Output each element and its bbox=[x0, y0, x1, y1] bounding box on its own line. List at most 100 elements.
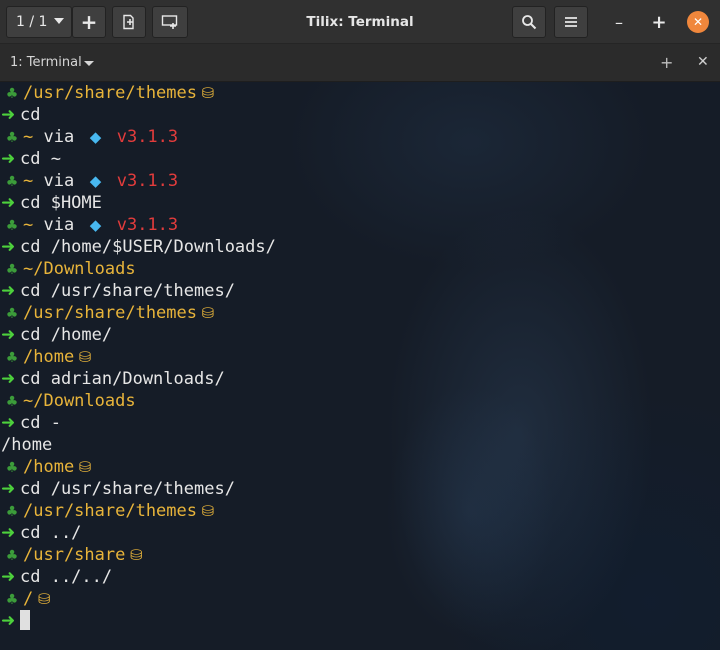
close-terminal-button[interactable]: ✕ bbox=[697, 44, 709, 81]
session-switcher-button[interactable]: 1 / 1 bbox=[6, 6, 72, 38]
tree-icon: ♣ bbox=[5, 86, 19, 102]
terminal-output: ♣/usr/share/themes ⛁ ➜ cd ♣ ~ via ◆ v3.1.3 ➜ cd… bbox=[1, 82, 276, 632]
terminal-line-cmd: ➜ cd /home/ bbox=[1, 324, 276, 346]
terminal-line-prompt: ♣/usr/share ⛁ bbox=[1, 544, 276, 566]
prompt-path: ~ bbox=[23, 127, 34, 147]
terminal-line-cmd: ➜ cd bbox=[1, 104, 276, 126]
terminal-line-output: /home bbox=[1, 434, 276, 456]
prompt-arrow-icon: ➜ bbox=[1, 149, 16, 169]
terminal-line-prompt: ♣ ~ via ◆ v3.1.3 bbox=[1, 170, 276, 192]
search-icon bbox=[522, 15, 537, 30]
close-window-button[interactable]: ✕ bbox=[687, 11, 709, 33]
close-icon: ✕ bbox=[692, 15, 704, 29]
tree-icon: ♣ bbox=[5, 130, 19, 146]
ruby-version: v3.1.3 bbox=[116, 215, 179, 235]
prompt-arrow-icon: ➜ bbox=[1, 193, 16, 213]
prompt-arrow-icon: ➜ bbox=[1, 369, 16, 389]
add-terminal-right-button[interactable] bbox=[112, 6, 146, 38]
command-text: cd - bbox=[20, 413, 61, 433]
chevron-down-icon bbox=[54, 18, 64, 24]
lock-icon: ⛁ bbox=[78, 348, 92, 366]
terminal-line-prompt: ♣/home ⛁ bbox=[1, 346, 276, 368]
terminal-line-prompt: ♣/usr/share/themes ⛁ bbox=[1, 82, 276, 104]
tree-icon: ♣ bbox=[5, 174, 19, 190]
terminal-tab-label[interactable]: 1: Terminal bbox=[10, 44, 82, 81]
output-text: /home bbox=[1, 435, 53, 455]
command-text: cd /home/ bbox=[20, 325, 113, 345]
terminal-line-cmd: ➜ cd /usr/share/themes/ bbox=[1, 478, 276, 500]
tree-icon: ♣ bbox=[5, 262, 19, 278]
terminal-line-prompt: ♣ ~/Downloads bbox=[1, 258, 276, 280]
command-text: cd $HOME bbox=[20, 193, 102, 213]
terminal-line-cmd: ➜ cd ~ bbox=[1, 148, 276, 170]
hamburger-menu-icon bbox=[565, 17, 577, 27]
prompt-arrow-icon: ➜ bbox=[1, 237, 16, 257]
prompt-arrow-icon: ➜ bbox=[1, 105, 16, 125]
lock-icon: ⛁ bbox=[201, 84, 215, 102]
terminal-area[interactable]: ♣/usr/share/themes ⛁ ➜ cd ♣ ~ via ◆ v3.1.3 ➜ cd… bbox=[0, 82, 720, 650]
prompt-path: /usr/share/themes bbox=[23, 303, 197, 323]
terminal-line-cmd: ➜ cd /usr/share/themes/ bbox=[1, 280, 276, 302]
lock-icon: ⛁ bbox=[201, 502, 215, 520]
menu-button[interactable] bbox=[554, 6, 588, 38]
split-right-icon bbox=[123, 14, 134, 30]
terminal-line-prompt: ♣ ~ via ◆ v3.1.3 bbox=[1, 126, 276, 148]
prompt-path: ~/Downloads bbox=[23, 391, 136, 411]
maximize-icon: + bbox=[651, 11, 667, 33]
text-cursor bbox=[20, 610, 30, 630]
prompt-arrow-icon: ➜ bbox=[1, 479, 16, 499]
tilix-window: 1 / 1 + Tilix: Terminal – + ✕ 1: Termina… bbox=[0, 0, 720, 650]
tree-icon: ♣ bbox=[5, 218, 19, 234]
session-label: 1 / 1 bbox=[16, 14, 48, 30]
prompt-path: /usr/share/themes bbox=[23, 501, 197, 521]
command-text: cd /home/$USER/Downloads/ bbox=[20, 237, 276, 257]
add-terminal-down-button[interactable] bbox=[152, 6, 188, 38]
prompt-path: /usr/share/themes bbox=[23, 83, 197, 103]
terminal-line-cmd: ➜ cd /home/$USER/Downloads/ bbox=[1, 236, 276, 258]
terminal-line-cmd: ➜ cd ../ bbox=[1, 522, 276, 544]
find-button[interactable] bbox=[512, 6, 546, 38]
minimize-button[interactable]: – bbox=[608, 11, 630, 33]
prompt-via: via bbox=[43, 215, 75, 235]
prompt-path: ~/Downloads bbox=[23, 259, 136, 279]
terminal-line-cmd: ➜ cd $HOME bbox=[1, 192, 276, 214]
prompt-path: /home bbox=[23, 347, 75, 367]
lock-icon: ⛁ bbox=[201, 304, 215, 322]
add-terminal-button[interactable]: + bbox=[660, 44, 673, 81]
terminal-line-prompt: ♣/home ⛁ bbox=[1, 456, 276, 478]
command-text: cd ../../ bbox=[20, 567, 113, 587]
prompt-via: via bbox=[43, 127, 75, 147]
ruby-version: v3.1.3 bbox=[116, 171, 179, 191]
command-text: cd ~ bbox=[20, 149, 61, 169]
prompt-path: /usr/share bbox=[23, 545, 126, 565]
prompt-path: / bbox=[23, 589, 34, 609]
terminal-line-input: ➜ bbox=[1, 610, 276, 632]
minimize-icon: – bbox=[615, 12, 623, 32]
prompt-arrow-icon: ➜ bbox=[1, 611, 16, 631]
prompt-arrow-icon: ➜ bbox=[1, 413, 16, 433]
prompt-arrow-icon: ➜ bbox=[1, 523, 16, 543]
prompt-via: via bbox=[43, 171, 75, 191]
lock-icon: ⛁ bbox=[37, 590, 51, 608]
prompt-arrow-icon: ➜ bbox=[1, 567, 16, 587]
terminal-line-prompt: ♣ / ⛁ bbox=[1, 588, 276, 610]
prompt-arrow-icon: ➜ bbox=[1, 325, 16, 345]
split-down-icon bbox=[161, 15, 178, 29]
chevron-down-icon[interactable] bbox=[84, 61, 94, 66]
prompt-path: ~ bbox=[23, 171, 34, 191]
command-text: cd /usr/share/themes/ bbox=[20, 479, 235, 499]
tree-icon: ♣ bbox=[5, 350, 19, 366]
prompt-arrow-icon: ➜ bbox=[1, 281, 16, 301]
terminal-line-prompt: ♣ ~/Downloads bbox=[1, 390, 276, 412]
maximize-button[interactable]: + bbox=[648, 11, 670, 33]
tree-icon: ♣ bbox=[5, 306, 19, 322]
ruby-version: v3.1.3 bbox=[116, 127, 179, 147]
command-text: cd adrian/Downloads/ bbox=[20, 369, 225, 389]
plus-icon: + bbox=[80, 10, 98, 34]
tree-icon: ♣ bbox=[5, 504, 19, 520]
add-session-button[interactable]: + bbox=[72, 6, 106, 38]
terminal-line-prompt: ♣ ~ via ◆ v3.1.3 bbox=[1, 214, 276, 236]
terminal-line-prompt: ♣/usr/share/themes ⛁ bbox=[1, 302, 276, 324]
command-text: cd /usr/share/themes/ bbox=[20, 281, 235, 301]
terminal-line-prompt: ♣/usr/share/themes ⛁ bbox=[1, 500, 276, 522]
